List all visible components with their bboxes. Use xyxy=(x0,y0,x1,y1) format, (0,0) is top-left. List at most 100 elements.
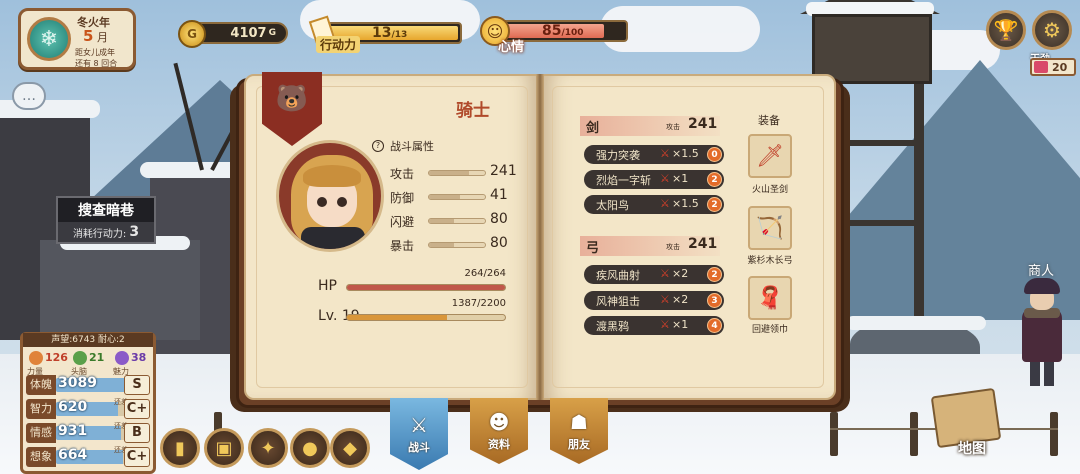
skill-name: 强力突袭 xyxy=(596,149,640,162)
bear-crest-icon: 🐻 xyxy=(275,84,309,114)
mind-icon xyxy=(73,351,87,365)
chat-bubble-button[interactable]: … xyxy=(12,82,46,110)
task-cost-label: 消耗行动力: xyxy=(72,228,127,240)
skill-multiplier: ×1 xyxy=(672,172,689,185)
skills-button[interactable]: ✦ xyxy=(248,428,288,468)
daughter-portrait xyxy=(276,140,384,252)
girl-portrait-icon: ☻ xyxy=(488,410,510,434)
stat-value: 664 xyxy=(58,447,88,463)
statistics-button[interactable]: ▮ xyxy=(160,428,200,468)
attribute-critical: 暴击 80 xyxy=(390,235,520,255)
gold-counter: G 4107 G xyxy=(178,20,288,48)
skill-multiplier: ×2 xyxy=(672,267,689,280)
charm-icon xyxy=(115,351,129,365)
help-icon[interactable]: ? xyxy=(372,140,384,152)
stat-name: 想象 xyxy=(26,447,56,467)
portrait-collar xyxy=(301,227,365,249)
weapon-name: 弓 xyxy=(586,241,600,256)
skill-level-badge: 2 xyxy=(707,197,722,212)
action-points-bar: 行动力 13/13 xyxy=(308,15,462,53)
equip-name: 火山圣剑 xyxy=(751,185,788,195)
weapon-stat-value: 241 xyxy=(688,236,718,252)
calendar-countdown-label: 距女儿成年 xyxy=(75,48,115,57)
skill-level-badge: 3 xyxy=(707,293,722,308)
equip-name: 回避领巾 xyxy=(751,325,788,335)
attribute-evasion: 闪避 80 xyxy=(390,211,520,231)
stat-grade: S xyxy=(124,375,150,395)
mood-value: 85/100 xyxy=(542,23,584,39)
current-task-panel[interactable]: 搜查暗巷 消耗行动力: 3 xyxy=(56,196,156,244)
stat-row-physique: 体魄 3089 S xyxy=(26,375,150,397)
attribute-name: 暴击 xyxy=(390,239,415,253)
equip-slot-accessory[interactable]: 🧣 xyxy=(748,276,792,320)
daughter-stats-panel: 声望:6743 耐心:2 126 力量 21 头脑 38 魅力 体魄 3089 … xyxy=(20,332,156,474)
calendar-panel[interactable]: ❄ 冬火年 5 月 距女儿成年 还有 8 回合 xyxy=(18,8,136,70)
map-label[interactable]: 地图 xyxy=(958,438,986,458)
merchant-leg xyxy=(1030,362,1040,386)
skill-row[interactable]: 太阳鸟 ⚔ ×1.5 2 xyxy=(584,195,724,214)
charm-stat: 38 魅力 xyxy=(113,349,157,377)
hp-value: 264/264 xyxy=(464,268,506,279)
attribute-value: 41 xyxy=(490,187,508,203)
combat-attributes-title: 战斗属性 xyxy=(390,140,434,153)
sword-icon: 🗡 xyxy=(756,143,784,169)
weapon-stat-tag: 攻击 xyxy=(666,123,680,131)
stat-grade: C+ xyxy=(124,447,150,467)
action-points-current: 13 xyxy=(372,25,392,41)
skill-row[interactable]: 疾风曲射 ⚔ ×2 2 xyxy=(584,265,724,284)
skill-row[interactable]: 渡黑鸦 ⚔ ×1 4 xyxy=(584,316,724,335)
attribute-value: 241 xyxy=(490,163,517,179)
tab-friends-label: 朋友 xyxy=(568,438,590,451)
fame-patience-line: 声望:6743 耐心:2 xyxy=(23,333,153,347)
calendar-month-number: 5 xyxy=(83,27,94,45)
watchtower xyxy=(812,14,932,84)
stat-name: 体魄 xyxy=(26,375,56,395)
quest-button[interactable]: ◆ xyxy=(330,428,370,468)
skill-level-badge: 4 xyxy=(707,318,722,333)
stat-value: 620 xyxy=(58,399,88,415)
shield-quest-icon: ◆ xyxy=(343,437,357,459)
attribute-name: 攻击 xyxy=(390,167,415,181)
weapon-stat-value: 241 xyxy=(688,116,718,132)
equip-slot-bow[interactable]: 🏹 xyxy=(748,206,792,250)
task-cost: 消耗行动力: 3 xyxy=(58,222,154,242)
skill-row[interactable]: 风神狙击 ⚔ ×2 3 xyxy=(584,291,724,310)
calendar-month: 5 月 xyxy=(83,27,108,45)
skill-multiplier: ×2 xyxy=(672,293,689,306)
merchant-leg xyxy=(1044,362,1054,386)
merchant-character[interactable] xyxy=(1020,278,1064,386)
settings-button[interactable]: ⚙ xyxy=(1032,10,1072,50)
merchant-label[interactable]: 商人 xyxy=(1028,260,1054,279)
action-points-max: /13 xyxy=(391,30,408,40)
equip-slot-weapon[interactable]: 🗡 xyxy=(748,134,792,178)
mind-stat: 21 头脑 xyxy=(71,349,115,377)
inventory-button[interactable]: ● xyxy=(290,428,330,468)
gold-unit: G xyxy=(268,28,276,38)
attribute-defense: 防御 41 xyxy=(390,187,520,207)
attribute-attack: 攻击 241 xyxy=(390,163,520,183)
fence-post xyxy=(1050,412,1058,456)
attribute-name: 防御 xyxy=(390,191,415,205)
book-spine xyxy=(536,74,544,400)
trophy-button[interactable]: 🏆 xyxy=(986,10,1026,50)
calendar-countdown-value: 还有 8 回合 xyxy=(75,59,118,68)
portrait-card-icon: ▣ xyxy=(215,437,233,459)
red-sword-icon: ⚔ xyxy=(660,172,670,185)
mind-value: 21 xyxy=(89,351,105,364)
weapon-name: 剑 xyxy=(586,121,600,136)
rock-snow xyxy=(846,316,986,330)
attribute-bar-fill xyxy=(429,243,455,247)
skill-multiplier: ×1 xyxy=(672,318,689,331)
schedule-button[interactable]: ▣ xyxy=(204,428,244,468)
calendar-month-unit: 月 xyxy=(96,31,108,44)
gear-icon: ⚙ xyxy=(1043,18,1061,42)
skill-name: 风神狙击 xyxy=(596,295,640,308)
mood-max: /100 xyxy=(561,28,584,38)
skill-row[interactable]: 烈焰一字斩 ⚔ ×1 2 xyxy=(584,170,724,189)
skill-name: 烈焰一字斩 xyxy=(596,174,651,187)
task-title: 搜查暗巷 xyxy=(78,203,134,219)
attribute-value: 80 xyxy=(490,235,508,251)
mood-current: 85 xyxy=(542,23,562,39)
skill-row[interactable]: 强力突袭 ⚔ ×1.5 0 xyxy=(584,145,724,164)
bag-icon: ● xyxy=(302,437,318,459)
